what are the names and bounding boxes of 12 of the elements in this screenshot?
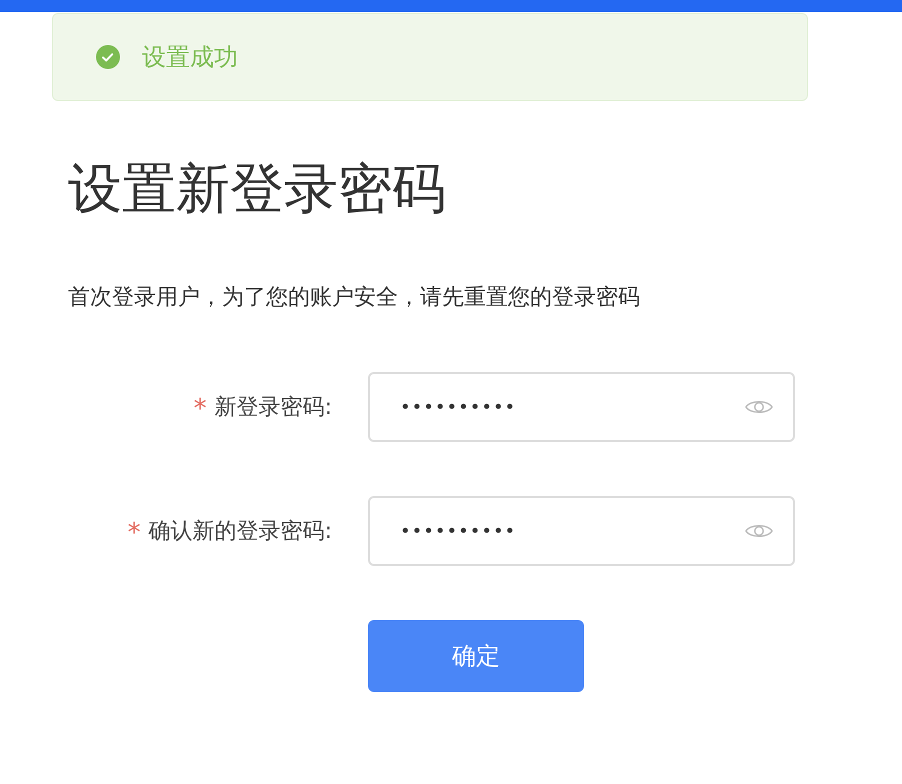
description-text: 首次登录用户，为了您的账户安全，请先重置您的登录密码 — [68, 284, 641, 312]
password-field[interactable]: •••••••••• — [368, 372, 795, 442]
field-label: 确认新的登录密码: — [148, 518, 332, 546]
required-asterisk: * — [194, 393, 207, 422]
field-label: 新登录密码: — [214, 394, 332, 422]
eye-icon[interactable] — [745, 398, 773, 416]
page-title: 设置新登录密码 — [68, 156, 447, 222]
eye-icon[interactable] — [745, 522, 773, 540]
required-asterisk: * — [128, 517, 141, 546]
check-circle-icon — [96, 45, 120, 69]
password-field[interactable]: •••••••••• — [368, 496, 795, 566]
toast-message: 设置成功 — [142, 42, 238, 73]
